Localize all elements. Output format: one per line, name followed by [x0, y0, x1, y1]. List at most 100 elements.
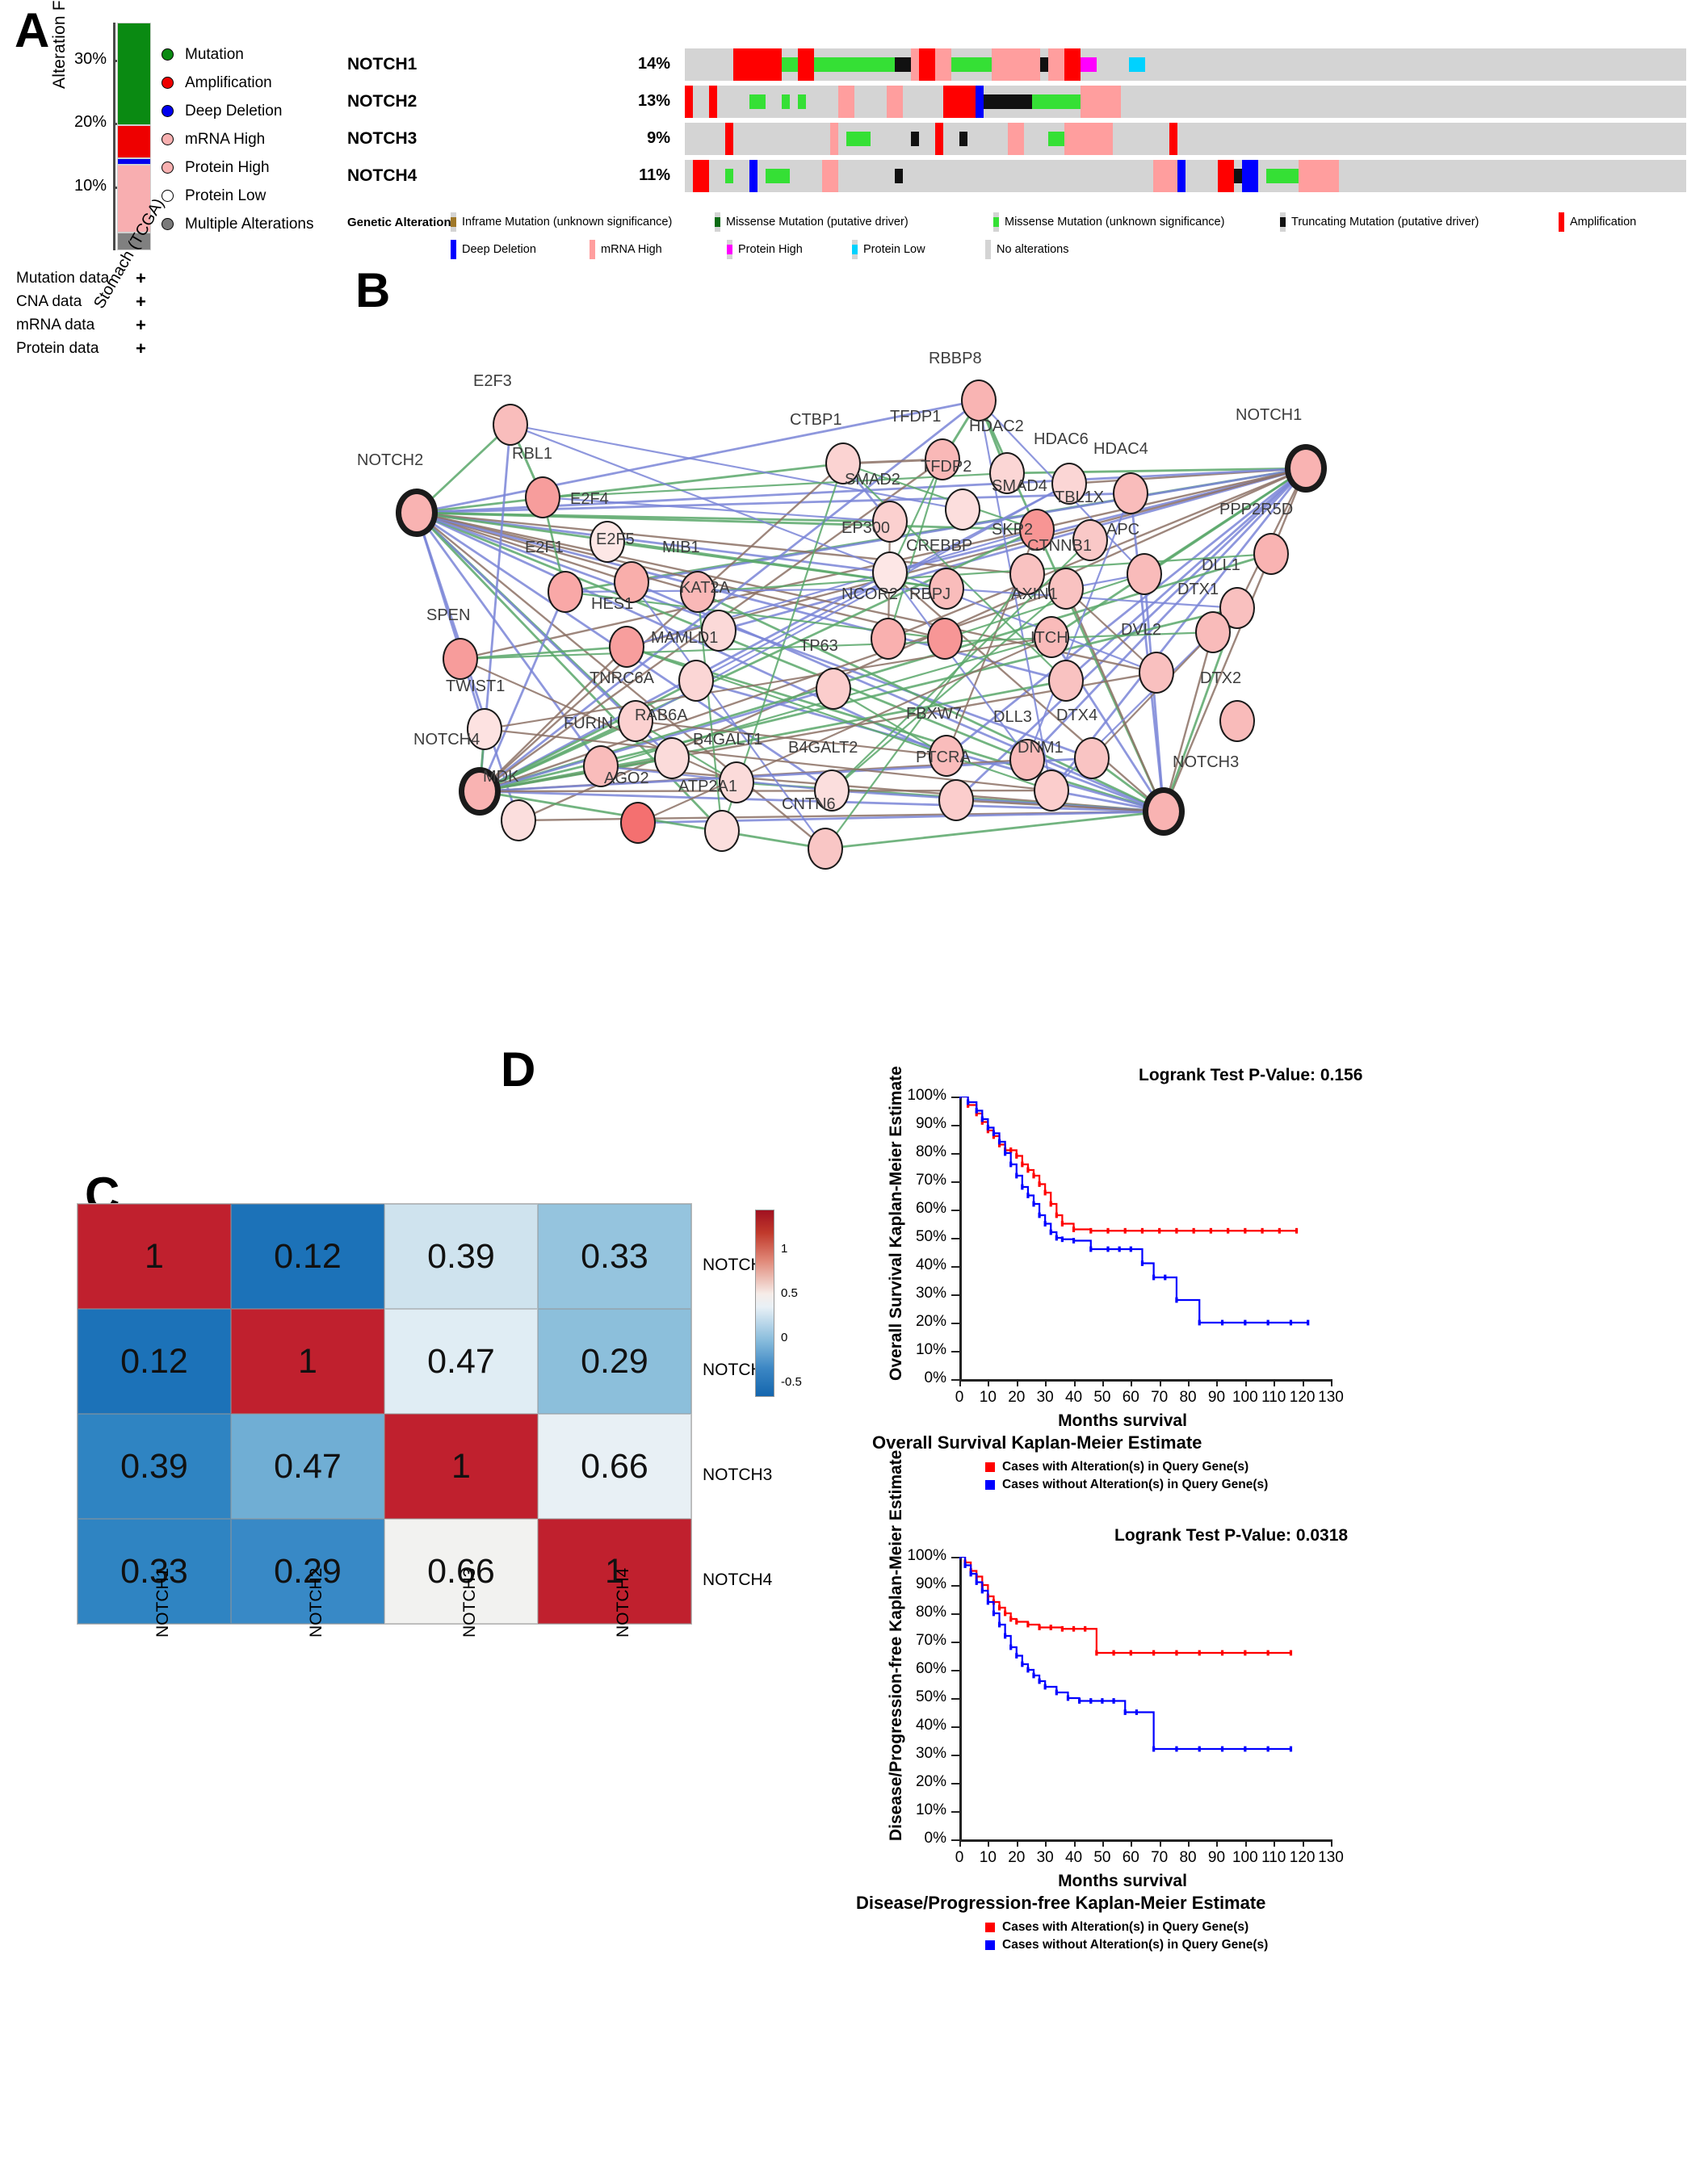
network-node-mamld1[interactable] — [678, 660, 714, 702]
network-node-label-b4galt2: B4GALT2 — [788, 739, 858, 757]
oncoprint-cell — [879, 123, 887, 155]
network-node-label-mib1: MIB1 — [662, 539, 700, 556]
network-node-atp2a1[interactable] — [704, 810, 740, 852]
km-censor-mark — [1164, 1274, 1167, 1281]
network-node-ncor2[interactable] — [871, 618, 906, 660]
network-node-mdk[interactable] — [501, 799, 536, 841]
network-node-tp63[interactable] — [816, 668, 851, 710]
oncoprint-cell — [1210, 48, 1218, 81]
oncoprint-cell — [1315, 123, 1323, 155]
oncoprint-cell — [903, 48, 911, 81]
oncoprint-cell — [871, 86, 879, 118]
oncoprint-cell — [1056, 48, 1064, 81]
y-tick-label: 10% — [915, 1341, 946, 1358]
oncoprint-cell — [1226, 48, 1234, 81]
network-node-dtx1[interactable] — [1195, 611, 1231, 653]
oncoprint-cell — [1016, 86, 1024, 118]
network-node-label-dvl2: DVL2 — [1121, 621, 1162, 639]
genetic-alteration-legend-title: Genetic Alteration — [347, 216, 451, 229]
network-node-tfdp2[interactable] — [945, 489, 980, 531]
km-censor-mark — [975, 1579, 978, 1585]
network-node-cntn6[interactable] — [808, 828, 843, 870]
y-tick-label: 0% — [924, 1369, 946, 1386]
oncoprint-cell — [871, 123, 879, 155]
x-tick-label: 0 — [955, 1389, 964, 1406]
oncoprint-cell — [1266, 48, 1274, 81]
oncoprint-cell — [846, 48, 854, 81]
network-node-notch3[interactable] — [1143, 787, 1185, 836]
network-node-ppp2r5d[interactable] — [1253, 533, 1289, 575]
colorbar-tick-label: 0.5 — [781, 1286, 798, 1300]
oncoprint-cell — [1266, 123, 1274, 155]
network-node-ptcra[interactable] — [938, 779, 974, 821]
oncoprint-cell — [1242, 123, 1250, 155]
x-tick-label: 100 — [1232, 1389, 1258, 1406]
network-node-dnm1[interactable] — [1034, 770, 1069, 812]
network-node-spen[interactable] — [443, 638, 478, 680]
network-node-dtx2[interactable] — [1219, 700, 1255, 742]
km-censor-mark — [1038, 1181, 1041, 1187]
oncoprint-cell — [1347, 160, 1355, 192]
network-node-label-ago2: AGO2 — [604, 770, 649, 787]
oncoprint-cell — [1307, 160, 1315, 192]
oncoprint-cell — [1436, 48, 1444, 81]
km-censor-mark — [1072, 1227, 1076, 1232]
oncoprint-cell — [1605, 160, 1614, 192]
oncoprint-cell — [1008, 160, 1016, 192]
x-tick — [1016, 1379, 1018, 1386]
legend-item: Inframe Mutation (unknown significance) — [451, 212, 672, 232]
oncoprint-cell — [1581, 160, 1589, 192]
km-legend-label: Cases without Alteration(s) in Query Gen… — [1002, 1938, 1269, 1952]
km-censor-mark — [1032, 1201, 1035, 1207]
km-censor-mark — [1198, 1319, 1201, 1326]
oncoprint-cell — [1282, 86, 1290, 118]
oncoprint-cell — [1250, 48, 1258, 81]
y-tick — [951, 1783, 959, 1784]
network-node-notch1[interactable] — [1285, 444, 1327, 493]
y-tick — [951, 1210, 959, 1211]
km-censor-mark — [1049, 1625, 1052, 1630]
network-node-notch2[interactable] — [396, 489, 438, 537]
y-tick — [951, 1238, 959, 1239]
oncoprint-cell — [976, 123, 984, 155]
heatmap-cell: 0.33 — [538, 1204, 691, 1309]
network-node-e2f3[interactable] — [493, 404, 528, 446]
network-node-hes1[interactable] — [609, 626, 644, 668]
oncoprint-cell — [1557, 123, 1565, 155]
network-node-itch[interactable] — [1048, 660, 1084, 702]
oncoprint-cell — [846, 160, 854, 192]
network-node-apc[interactable] — [1127, 553, 1162, 595]
y-tick-label: 40% — [915, 1256, 946, 1273]
network-node-hdac4[interactable] — [1113, 472, 1148, 514]
oncoprint-cell — [709, 160, 717, 192]
network-node-rbbp8[interactable] — [961, 380, 997, 421]
oncoprint-cell — [1105, 160, 1113, 192]
network-node-rbl1[interactable] — [525, 476, 560, 518]
km-censor-mark — [1175, 1227, 1178, 1234]
network-node-dvl2[interactable] — [1139, 652, 1174, 694]
legend-item: Missense Mutation (putative driver) — [715, 212, 909, 232]
oncoprint: NOTCH1 14% NOTCH2 13% NOTCH3 9% NOTCH4 11% Gene… — [347, 48, 1696, 259]
network-node-ago2[interactable] — [620, 802, 656, 844]
oncoprint-cell — [1064, 48, 1072, 81]
oncoprint-cell — [1654, 160, 1662, 192]
network-node-rbpj[interactable] — [927, 618, 963, 660]
oncoprint-cell — [838, 123, 846, 155]
network-node-label-tfdp2: TFDP2 — [921, 458, 972, 476]
oncoprint-cell — [1654, 123, 1662, 155]
km-censor-mark — [1220, 1650, 1224, 1656]
network-node-dtx4[interactable] — [1074, 737, 1110, 779]
km-censor-mark — [1266, 1650, 1269, 1656]
oncoprint-cell — [733, 48, 741, 81]
oncoprint-cell — [1589, 48, 1597, 81]
oncoprint-cell — [1476, 160, 1484, 192]
network-node-rab6a[interactable] — [654, 737, 690, 779]
oncoprint-cell — [1169, 160, 1177, 192]
km-curve — [959, 1097, 1308, 1324]
oncoprint-cell — [984, 123, 992, 155]
oncoprint-cell — [1654, 86, 1662, 118]
network-node-label-itch: ITCH — [1030, 629, 1068, 647]
network-node-e2f1[interactable] — [548, 571, 583, 613]
oncoprint-cell — [1226, 86, 1234, 118]
legend-swatch-icon — [715, 212, 720, 232]
